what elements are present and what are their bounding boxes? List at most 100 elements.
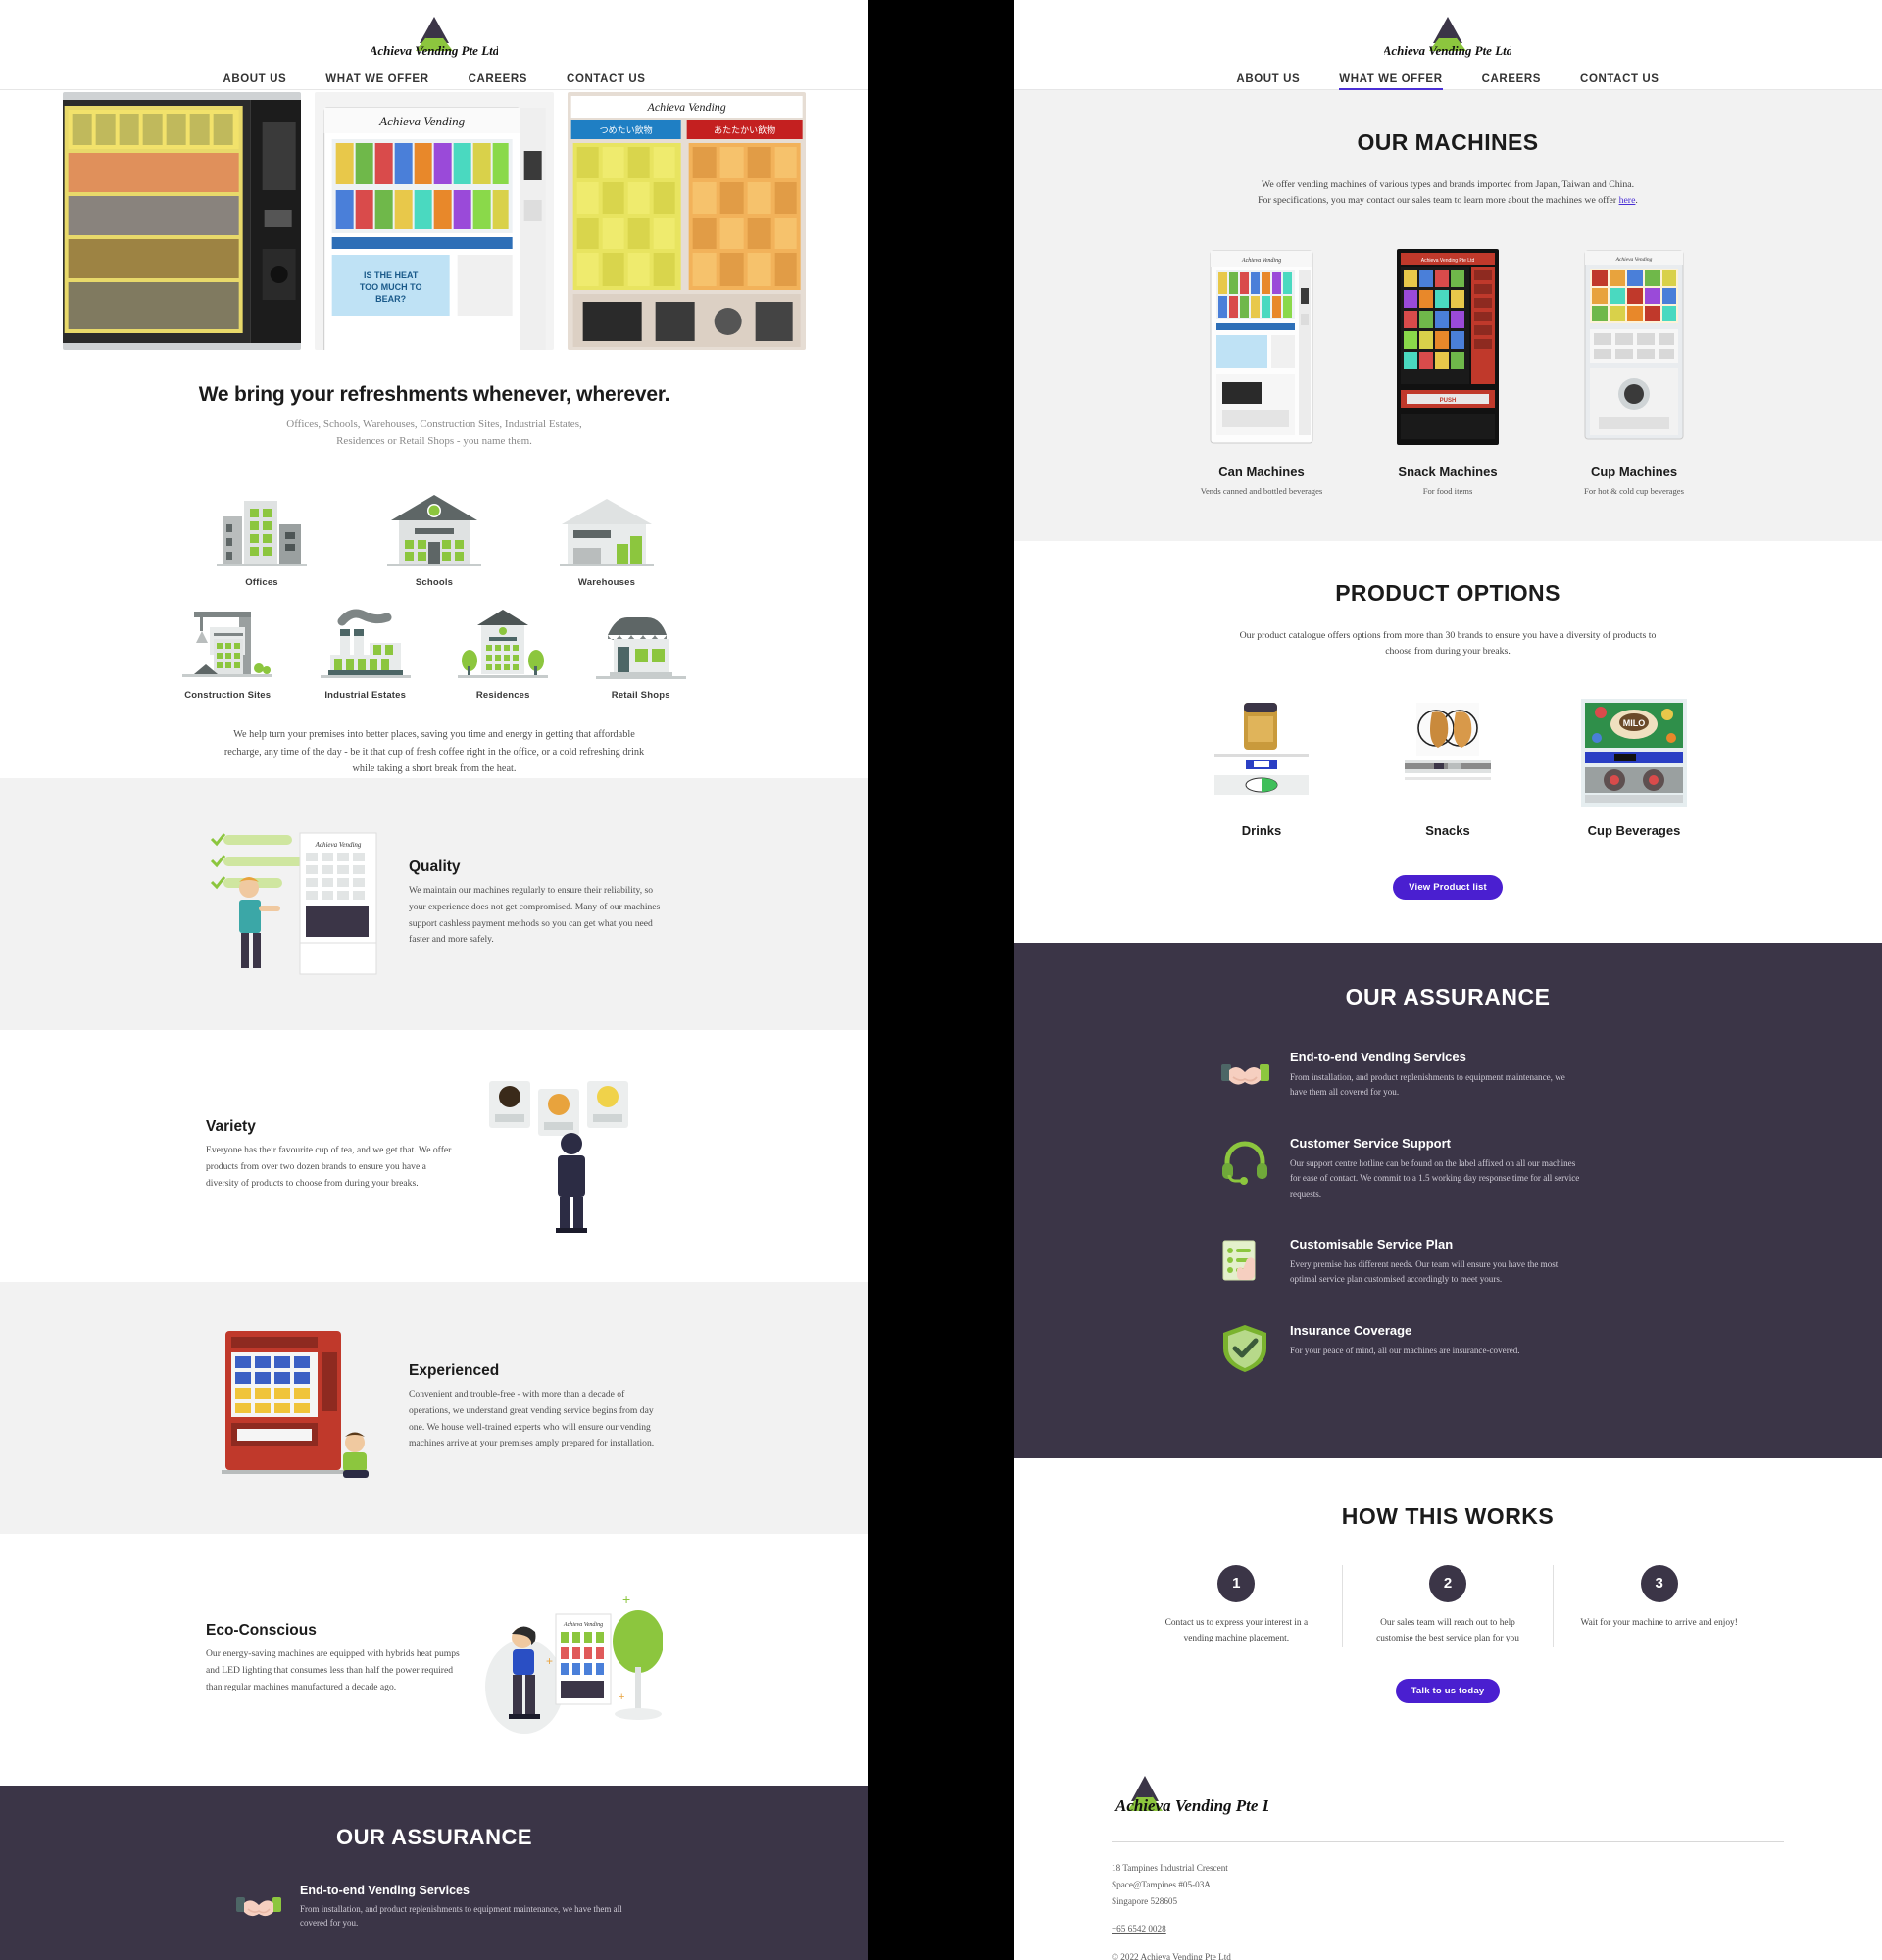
talk-to-us-today-button[interactable]: Talk to us today [1395, 1678, 1501, 1703]
hero-image-japanese-machine: Achieva Vending つめたい飲物 あたたかい飲物 [567, 92, 806, 350]
nav-item-contact-us[interactable]: CONTACT US [1580, 74, 1659, 90]
our-machines-intro-line2: For specifications, you may contact our … [1232, 193, 1663, 209]
footer-copyright: © 2022 Achieva Vending Pte Ltd [1112, 1952, 1231, 1960]
venue-label-warehouses: Warehouses [577, 577, 636, 589]
venue-offices: Offices [203, 485, 321, 588]
venue-construction-sites: Construction Sites [176, 598, 279, 701]
svg-text:Achieva Vending: Achieva Vending [378, 114, 465, 128]
factory-icon [315, 598, 418, 682]
svg-text:Achieva Vending: Achieva Vending [646, 100, 725, 114]
venue-label-offices: Offices [245, 577, 278, 589]
svg-text:BEAR?: BEAR? [375, 294, 406, 304]
step-2: 2 Our sales team will reach out to help … [1341, 1564, 1554, 1647]
svg-text:Achieva Vending: Achieva Vending [315, 841, 362, 849]
view-product-list-button[interactable]: View Product list [1393, 874, 1503, 900]
talk-to-us-row: Talk to us today [1014, 1647, 1882, 1733]
machines-card-list: Achieva Vending Can Machines Vends canne… [1014, 209, 1882, 496]
nav-item-what-we-offer[interactable]: WHAT WE OFFER [325, 74, 428, 88]
cup-machine-photo: Achieva Vending [1560, 242, 1708, 454]
svg-text:IS THE HEAT: IS THE HEAT [364, 270, 419, 280]
feature-inner-experienced: Experienced Convenient and trouble-free … [0, 1327, 868, 1489]
snacks-dispensing-photo [1374, 694, 1521, 811]
product-card-title-cup-beverages: Cup Beverages [1587, 822, 1681, 838]
nav-item-contact-us[interactable]: CONTACT US [567, 74, 646, 88]
brand-logo-right[interactable]: Achieva Vending Pte Ltd [1384, 14, 1511, 59]
product-card-list: Drinks Snacks MILO Cup Beverages [1014, 661, 1882, 838]
assurance-item-customer-service: Customer Service Support Our support cen… [1219, 1136, 1676, 1201]
venue-warehouses: Warehouses [548, 485, 666, 588]
feature-inner-quality: Achieva Vending Quality We maintain our … [0, 823, 868, 985]
svg-text:+: + [619, 1691, 624, 1703]
nav-item-about-us[interactable]: ABOUT US [1236, 74, 1300, 90]
machine-card-can[interactable]: Achieva Vending Can Machines Vends canne… [1188, 242, 1335, 496]
product-card-title-drinks: Drinks [1241, 822, 1282, 838]
office-building-icon [203, 485, 321, 569]
person-choosing-drinks-art [481, 1075, 663, 1237]
handshake-icon [1219, 1050, 1270, 1101]
svg-text:Achieva Vending Pte Ltd: Achieva Vending Pte Ltd [1384, 43, 1511, 58]
assurance-item-service-plan: Customisable Service Plan Every premise … [1219, 1237, 1676, 1288]
hero-tagline: We bring your refreshments whenever, whe… [198, 383, 670, 406]
product-card-cup-beverages[interactable]: MILO Cup Beverages [1560, 694, 1708, 838]
machine-card-title-can: Can Machines [1218, 465, 1305, 480]
machines-specs-link[interactable]: here [1619, 195, 1636, 206]
footer-phone-link[interactable]: +65 6542 0028 [1112, 1924, 1166, 1934]
assurance-text-insurance: Insurance Coverage For your peace of min… [1290, 1323, 1520, 1358]
feature-text-experienced: Experienced Convenient and trouble-free … [409, 1362, 663, 1452]
help-paragraph: We help turn your premises into better p… [223, 729, 645, 775]
assurance-item-end-to-end-left: End-to-end Vending Services From install… [235, 1884, 633, 1932]
school-building-icon [375, 485, 493, 569]
feature-body-variety: Everyone has their favourite cup of tea,… [206, 1145, 452, 1189]
main-nav-left: ABOUT US WHAT WE OFFER CAREERS CONTACT U… [0, 74, 868, 88]
feature-band-variety: Variety Everyone has their favourite cup… [0, 1029, 868, 1282]
how-this-works-steps: 1 Contact us to express your interest in… [1014, 1530, 1882, 1647]
triangle-logo-icon: Achieva Vending Pte Ltd [371, 17, 498, 58]
shield-check-icon [1219, 1323, 1270, 1374]
triangle-logo-icon: Achieva Vending Pte Ltd [1114, 1775, 1286, 1815]
drinks-dispensing-photo [1188, 694, 1335, 811]
left-browser-panel: Achieva Vending Pte Ltd ABOUT US WHAT WE… [0, 0, 868, 1960]
product-options-intro: Our product catalogue offers options fro… [1239, 630, 1657, 658]
product-options-section: PRODUCT OPTIONS Our product catalogue of… [1014, 541, 1882, 943]
step-3: 3 Wait for your machine to arrive and en… [1553, 1564, 1764, 1647]
hero-image-drinks-machine: Achieva Vending IS THE HEAT TOO MUCH TO … [315, 92, 554, 350]
apartment-icon [452, 598, 555, 682]
nav-item-about-us[interactable]: ABOUT US [223, 74, 286, 88]
svg-text:あたたかい飲物: あたたかい飲物 [714, 124, 775, 135]
footer-logo[interactable]: Achieva Vending Pte Ltd [1112, 1772, 1784, 1828]
warehouse-icon [548, 485, 666, 569]
product-card-snacks[interactable]: Snacks [1374, 694, 1521, 838]
shopfront-icon [590, 598, 693, 682]
machine-card-snack[interactable]: Achieva Vending Pte Ltd PUSH Snack Machi… [1374, 242, 1521, 496]
footer-divider [1112, 1840, 1784, 1842]
nav-item-careers[interactable]: CAREERS [1482, 74, 1541, 90]
headset-icon [1219, 1136, 1270, 1187]
hero-image-snack-machine [63, 92, 302, 350]
brand-logo-left[interactable]: Achieva Vending Pte Ltd [371, 14, 498, 59]
product-card-drinks[interactable]: Drinks [1188, 694, 1335, 838]
nav-item-what-we-offer[interactable]: WHAT WE OFFER [1339, 74, 1443, 90]
feature-title-quality: Quality [409, 858, 461, 876]
assurance-list-left: End-to-end Vending Services From install… [0, 1850, 868, 1932]
step-text-3: Wait for your machine to arrive and enjo… [1580, 1617, 1738, 1628]
checklist-person-vending-art: Achieva Vending [206, 823, 387, 985]
how-this-works-title: HOW THIS WORKS [1341, 1502, 1555, 1529]
how-this-works-section: HOW THIS WORKS 1 Contact us to express y… [1014, 1457, 1882, 1733]
venue-retail-shops: Retail Shops [590, 598, 693, 701]
assurance-item-end-to-end: End-to-end Vending Services From install… [1219, 1050, 1676, 1101]
venue-row-1: Offices Schools Warehouses [176, 485, 692, 588]
crane-construction-icon [176, 598, 279, 682]
feature-title-experienced: Experienced [409, 1362, 500, 1380]
assurance-section-right: OUR ASSURANCE End-to-end Vending Service… [1014, 942, 1882, 1458]
assurance-item-body: From installation, and product replenish… [1290, 1071, 1565, 1098]
assurance-item-insurance: Insurance Coverage For your peace of min… [1219, 1323, 1676, 1374]
venue-label-residences: Residences [475, 690, 530, 702]
venue-label-industrial-estates: Industrial Estates [324, 690, 407, 702]
hero-tagline-section: We bring your refreshments whenever, whe… [0, 350, 868, 460]
triangle-logo-icon: Achieva Vending Pte Ltd [1384, 17, 1511, 58]
nav-item-careers[interactable]: CAREERS [469, 74, 527, 88]
assurance-section-left: OUR ASSURANCE End-to-end Vending Service… [0, 1785, 868, 1960]
right-browser-panel: Achieva Vending Pte Ltd ABOUT US WHAT WE… [1014, 0, 1882, 1960]
venue-types-grid: Offices Schools Warehouses Construction … [0, 460, 868, 701]
machine-card-cup[interactable]: Achieva Vending Cup Machines For hot & c… [1560, 242, 1708, 496]
